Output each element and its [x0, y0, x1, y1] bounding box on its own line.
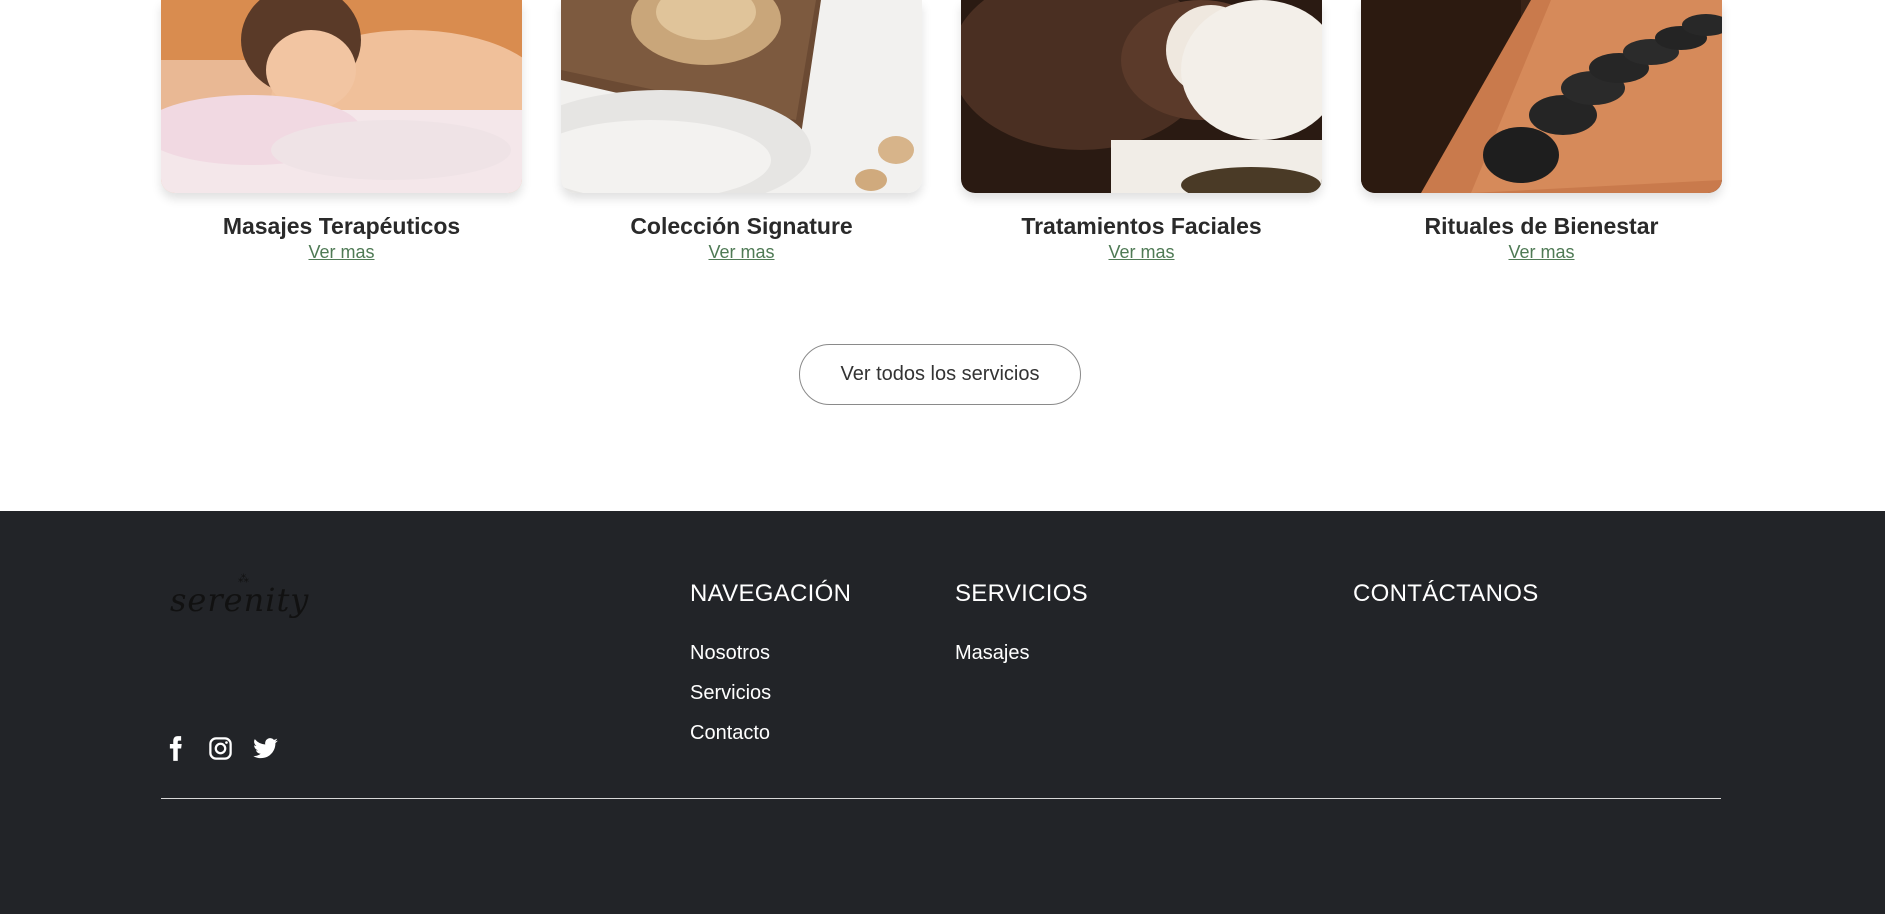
services-heading: SERVICIOS [955, 580, 1088, 607]
service-image-masajes[interactable] [161, 0, 522, 193]
ver-mas-link[interactable]: Ver mas [1508, 242, 1574, 263]
instagram-icon[interactable] [207, 735, 234, 762]
serenity-logo[interactable]: serenity [170, 581, 309, 619]
service-image-faciales[interactable] [961, 0, 1322, 193]
ver-mas-link[interactable]: Ver mas [1108, 242, 1174, 263]
service-image-signature[interactable] [561, 0, 922, 193]
service-card-faciales[interactable]: Tratamientos Faciales Ver mas [961, 0, 1322, 263]
nav-heading: NAVEGACIÓN [690, 580, 852, 607]
footer-divider [161, 798, 1721, 799]
logo-ornament-icon: ⁂ [238, 573, 249, 585]
contact-heading: CONTÁCTANOS [1353, 580, 1539, 607]
service-title: Masajes Terapéuticos [222, 213, 461, 239]
nav-link-nosotros[interactable]: Nosotros [690, 642, 771, 682]
social-links [162, 735, 279, 762]
service-card-rituales[interactable]: Rituales de Bienestar Ver mas [1361, 0, 1722, 263]
view-all-services-button[interactable]: Ver todos los servicios [799, 344, 1081, 405]
nav-link-servicios[interactable]: Servicios [690, 682, 771, 722]
service-title: Rituales de Bienestar [1424, 213, 1659, 239]
nav-list: Nosotros Servicios Contacto [690, 642, 771, 762]
site-footer: serenity ⁂ NAVEGACIÓN Nosotros Servicios… [0, 511, 1885, 914]
twitter-icon[interactable] [252, 735, 279, 762]
ver-mas-link[interactable]: Ver mas [308, 242, 374, 263]
service-title: Tratamientos Faciales [1021, 213, 1262, 239]
service-title: Colección Signature [630, 213, 853, 239]
services-list: Masajes [955, 642, 1029, 682]
services-link-masajes[interactable]: Masajes [955, 642, 1029, 682]
service-card-signature[interactable]: Colección Signature Ver mas [561, 0, 922, 263]
nav-link-contacto[interactable]: Contacto [690, 722, 771, 762]
facebook-icon[interactable] [162, 735, 189, 762]
ver-mas-link[interactable]: Ver mas [708, 242, 774, 263]
services-section: Masajes Terapéuticos Ver mas Colección S… [0, 0, 1885, 511]
service-image-rituales[interactable] [1361, 0, 1722, 193]
service-card-masajes[interactable]: Masajes Terapéuticos Ver mas [161, 0, 522, 263]
